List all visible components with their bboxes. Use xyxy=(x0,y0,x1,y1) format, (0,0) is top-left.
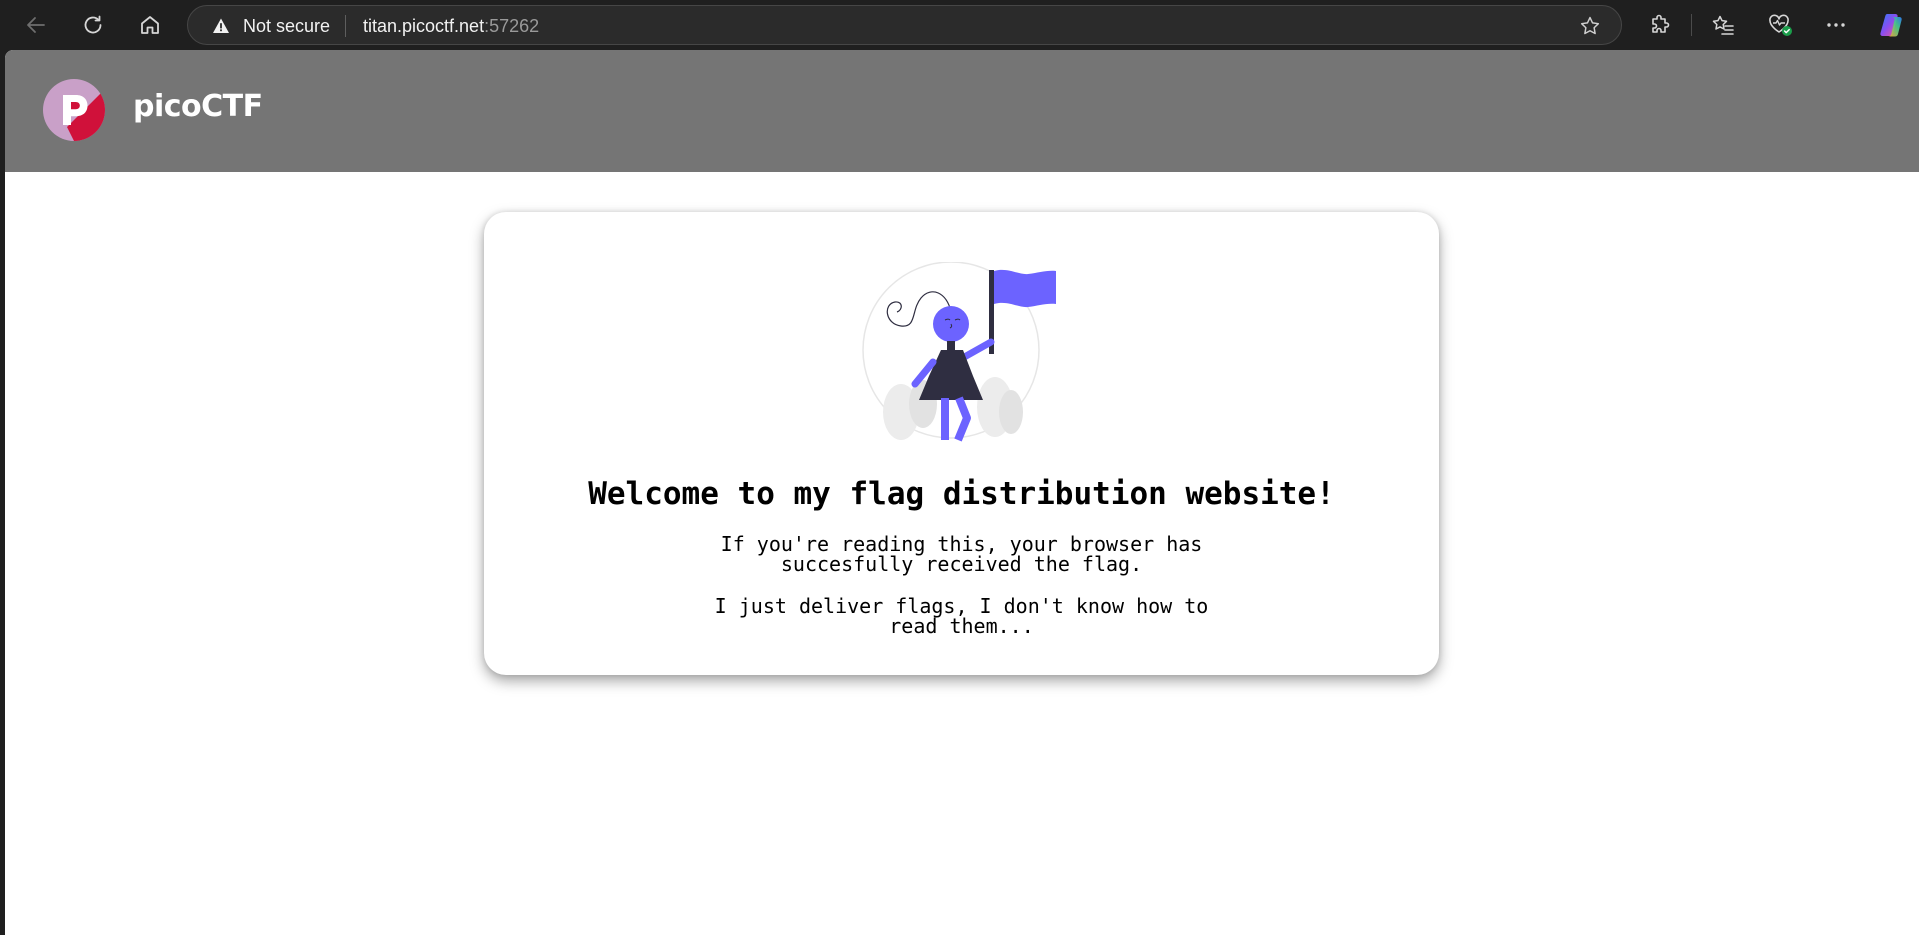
more-dots-icon xyxy=(1827,23,1845,27)
picoctf-logo-icon[interactable] xyxy=(43,79,105,141)
reload-button[interactable] xyxy=(76,8,110,42)
site-header: picoCTF xyxy=(5,50,1919,172)
copilot-icon xyxy=(1880,14,1902,37)
url-host: titan.picoctf.net xyxy=(363,16,485,36)
warning-icon[interactable] xyxy=(212,17,230,35)
flag-girl-illustration xyxy=(862,262,1056,442)
extensions-button[interactable] xyxy=(1643,8,1677,42)
star-icon[interactable] xyxy=(1579,15,1601,37)
puzzle-icon xyxy=(1652,14,1670,33)
url-port: :57262 xyxy=(484,16,540,36)
browser-essentials-button[interactable] xyxy=(1763,8,1797,42)
note-line-1: I just deliver flags, I don't know how t… xyxy=(714,594,1209,618)
note-line-2: read them... xyxy=(889,614,1034,638)
page-viewport: picoCTF Welcome to my flag distribution … xyxy=(5,50,1919,935)
page-title: Welcome to my flag distribution website! xyxy=(588,476,1335,512)
security-status-label[interactable]: Not secure xyxy=(243,16,330,36)
back-button[interactable] xyxy=(19,8,53,42)
intro-line-2: succesfully received the flag. xyxy=(780,552,1143,576)
toolbar-divider xyxy=(1691,14,1692,36)
browser-toolbar: Not secure titan.picoctf.net:57262 xyxy=(0,0,1919,50)
favorites-list-icon xyxy=(1712,15,1734,35)
note-paragraph: I just deliver flags, I don't know how t… xyxy=(484,596,1439,636)
address-divider xyxy=(345,15,346,37)
intro-line-1: If you're reading this, your browser has xyxy=(720,532,1203,556)
heart-check-icon xyxy=(1769,14,1792,36)
welcome-card: Welcome to my flag distribution website!… xyxy=(484,212,1439,675)
site-logo-text[interactable]: picoCTF xyxy=(133,89,263,124)
intro-paragraph: If you're reading this, your browser has… xyxy=(484,534,1439,574)
url-text[interactable]: titan.picoctf.net:57262 xyxy=(363,16,539,36)
home-button[interactable] xyxy=(133,8,167,42)
copilot-button[interactable] xyxy=(1875,8,1909,42)
back-arrow-icon xyxy=(27,17,45,33)
address-bar[interactable]: Not secure titan.picoctf.net:57262 xyxy=(187,5,1622,45)
reload-icon xyxy=(84,15,102,34)
favorites-button[interactable] xyxy=(1706,8,1740,42)
home-icon xyxy=(141,16,159,34)
more-button[interactable] xyxy=(1819,8,1853,42)
